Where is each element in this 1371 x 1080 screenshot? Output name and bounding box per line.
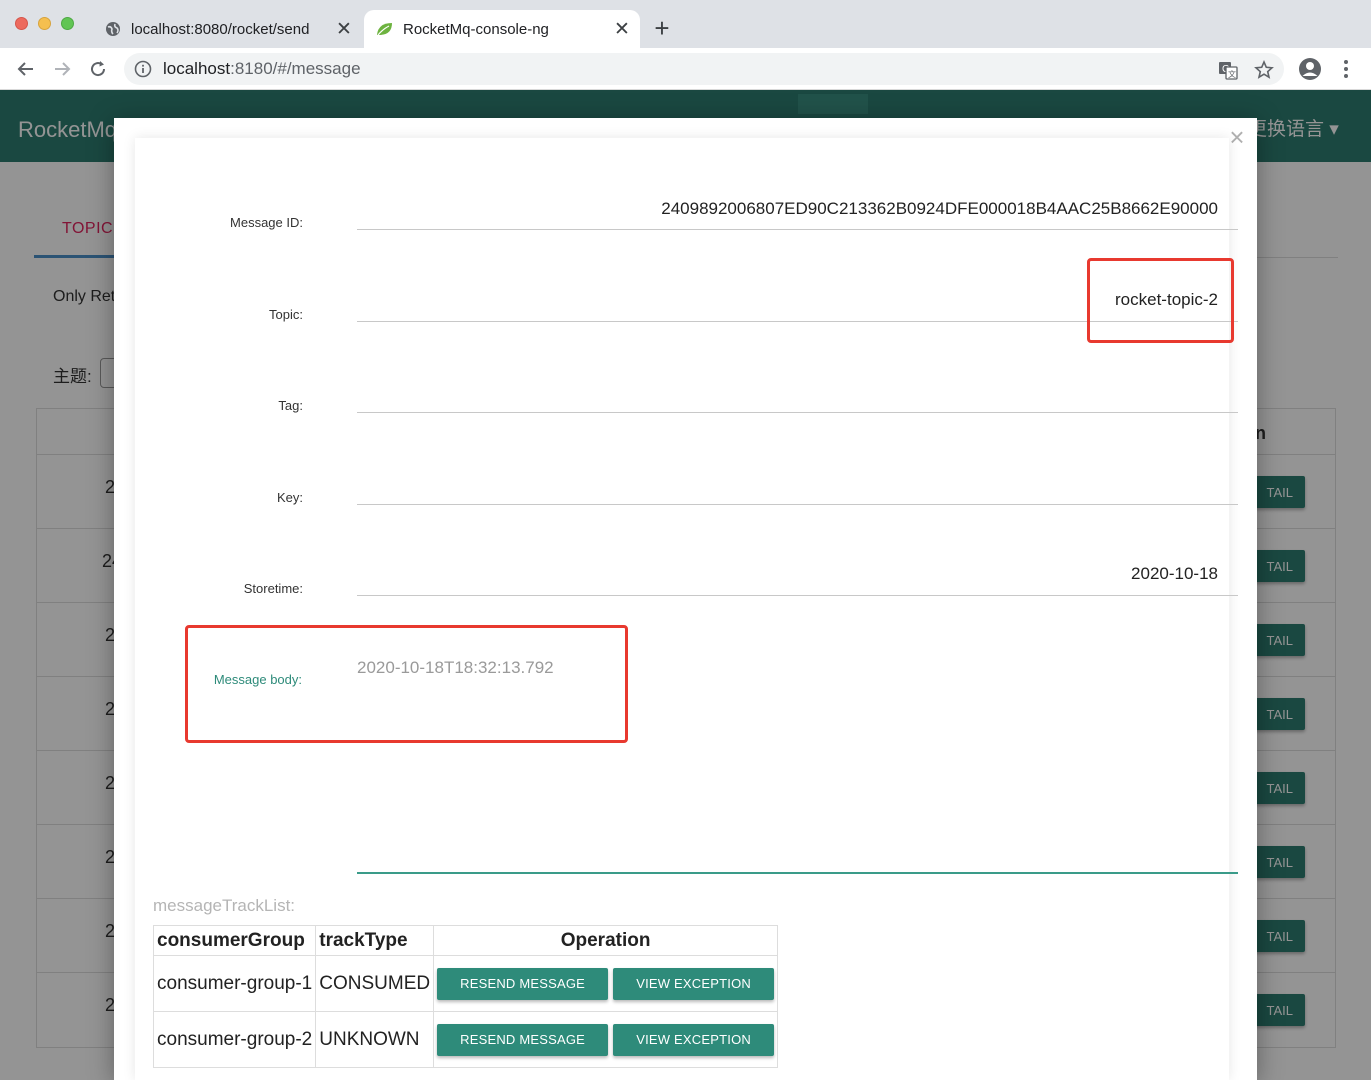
browser-tab-console[interactable]: RocketMq-console-ng ✕ — [364, 10, 640, 48]
track-type-cell: UNKNOWN — [315, 1011, 435, 1068]
consumer-group-cell: consumer-group-2 — [152, 1011, 317, 1068]
tag-label: Tag: — [278, 398, 303, 413]
new-tab-plus-icon[interactable]: + — [648, 13, 676, 43]
topic-highlight-box — [1087, 258, 1234, 343]
topic-label: Topic: — [269, 307, 303, 322]
svg-text:文: 文 — [1228, 69, 1236, 79]
message-detail-panel: Message ID: 2409892006807ED90C213362B092… — [135, 138, 1238, 1080]
browser-toolbar: localhost:8180/#/message G文 — [0, 48, 1371, 90]
window-minimize-button[interactable] — [38, 17, 51, 30]
forward-arrow-icon[interactable] — [48, 55, 76, 83]
tab-close-icon[interactable]: ✕ — [610, 17, 634, 41]
address-bar[interactable]: localhost:8180/#/message G文 — [124, 53, 1284, 85]
storetime-label: Storetime: — [243, 581, 303, 596]
table-row: consumer-group-1 CONSUMED RESEND MESSAGE… — [152, 955, 779, 1012]
column-header-operation: Operation — [433, 925, 779, 956]
view-exception-button[interactable]: VIEW EXCEPTION — [613, 967, 775, 1000]
info-icon[interactable] — [134, 60, 152, 78]
storetime-value: 2020-10-18 — [1131, 564, 1218, 583]
browser-tab-strip: localhost:8080/rocket/send ✕ RocketMq-co… — [0, 0, 1371, 48]
resend-message-button[interactable]: RESEND MESSAGE — [437, 1023, 609, 1056]
consumer-group-cell: consumer-group-1 — [152, 955, 317, 1012]
translate-icon[interactable]: G文 — [1218, 60, 1238, 80]
message-track-list-label: messageTrackList: — [153, 896, 296, 915]
globe-icon — [104, 20, 122, 38]
message-id-value: 2409892006807ED90C213362B0924DFE000018B4… — [661, 199, 1218, 218]
account-icon[interactable] — [1298, 57, 1322, 81]
storetime-underline — [357, 595, 1238, 596]
reload-icon[interactable] — [84, 55, 112, 83]
operation-cell: RESEND MESSAGE VIEW EXCEPTION — [433, 955, 779, 1012]
column-header-consumer-group: consumerGroup — [152, 925, 317, 956]
tab-close-icon[interactable]: ✕ — [332, 17, 356, 41]
key-label: Key: — [276, 490, 303, 505]
view-exception-button[interactable]: VIEW EXCEPTION — [613, 1023, 775, 1056]
back-arrow-icon[interactable] — [12, 55, 40, 83]
bookmark-star-icon[interactable] — [1254, 59, 1274, 80]
window-close-button[interactable] — [15, 17, 28, 30]
window-zoom-button[interactable] — [61, 17, 74, 30]
browser-menu-icon[interactable] — [1336, 57, 1356, 81]
message-body-underline — [357, 872, 1238, 874]
message-id-label: Message ID: — [230, 215, 303, 230]
tab-title: localhost:8080/rocket/send — [131, 20, 310, 38]
message-id-underline — [357, 229, 1238, 230]
address-url: localhost:8180/#/message — [163, 59, 361, 78]
browser-tab-send[interactable]: localhost:8080/rocket/send ✕ — [92, 10, 362, 48]
operation-cell: RESEND MESSAGE VIEW EXCEPTION — [433, 1011, 779, 1068]
tag-underline — [357, 412, 1238, 413]
message-body-highlight-box — [185, 625, 628, 743]
leaf-icon — [376, 20, 394, 38]
column-header-track-type: trackType — [315, 925, 435, 956]
message-detail-dialog: × Message ID: 2409892006807ED90C213362B0… — [114, 118, 1257, 1080]
table-row: consumer-group-2 UNKNOWN RESEND MESSAGE V… — [152, 1011, 779, 1068]
resend-message-button[interactable]: RESEND MESSAGE — [437, 967, 609, 1000]
key-underline — [357, 504, 1238, 505]
track-type-cell: CONSUMED — [315, 955, 435, 1012]
message-track-table: consumerGroup trackType Operation consum… — [152, 925, 779, 1068]
tab-title: RocketMq-console-ng — [403, 20, 549, 38]
